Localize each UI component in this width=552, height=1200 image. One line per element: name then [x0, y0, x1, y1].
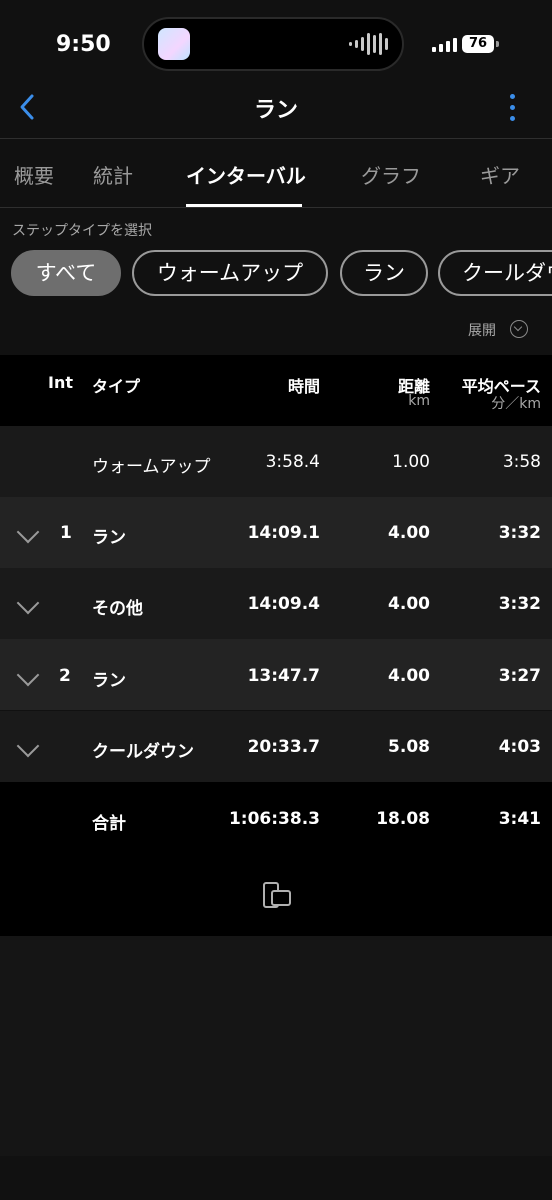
row-time: 14:09.4 [247, 594, 320, 614]
rotate-landscape-icon[interactable] [262, 881, 292, 909]
row-int: 1 [60, 523, 72, 543]
row-pace: 3:32 [498, 594, 541, 614]
dynamic-island[interactable] [142, 17, 404, 71]
row-time: 3:58.4 [265, 452, 320, 472]
back-button[interactable] [14, 92, 44, 122]
row-time: 20:33.7 [247, 737, 320, 757]
chip-run[interactable]: ラン [340, 250, 428, 296]
row-type: ラン [92, 671, 126, 691]
row-pace: 4:03 [498, 737, 541, 757]
tab-graph[interactable]: グラフ [361, 160, 421, 189]
row-distance: 4.00 [388, 523, 430, 543]
row-distance: 1.00 [392, 452, 430, 472]
app-icon [158, 28, 190, 60]
row-time: 13:47.7 [247, 666, 320, 686]
battery-icon: 76 [462, 35, 494, 53]
tab-overview[interactable]: 概要 [14, 160, 54, 189]
tab-stats[interactable]: 統計 [93, 160, 133, 189]
row-type: ラン [92, 528, 126, 548]
more-options-button[interactable] [502, 94, 522, 122]
total-row [0, 782, 552, 936]
tab-gear[interactable]: ギア [480, 160, 520, 189]
col-distance-unit: km [408, 393, 430, 409]
chevron-down-icon[interactable] [18, 669, 38, 689]
row-pace: 3:58 [502, 452, 541, 472]
chevron-left-icon [20, 94, 34, 120]
signal-icon [432, 38, 457, 52]
row-distance: 4.00 [388, 666, 430, 686]
row-pace: 3:32 [498, 523, 541, 543]
page-title: ラン [253, 98, 298, 123]
total-time: 1:06:38.3 [228, 809, 320, 829]
chevron-down-icon[interactable] [18, 526, 38, 546]
total-pace: 3:41 [498, 809, 541, 829]
row-distance: 4.00 [388, 594, 430, 614]
row-pace: 3:27 [498, 666, 541, 686]
total-distance: 18.08 [376, 809, 430, 829]
chip-warmup[interactable]: ウォームアップ [132, 250, 328, 296]
audio-wave-icon [349, 33, 388, 55]
expand-label[interactable]: 展開 [468, 320, 496, 340]
total-label: 合計 [92, 814, 126, 834]
row-type: ウォームアップ [92, 457, 211, 477]
chevron-down-icon[interactable] [18, 597, 38, 617]
header-divider [0, 138, 552, 139]
col-pace-unit: 分／km [491, 396, 541, 412]
row-type: クールダウン [92, 742, 194, 762]
chevron-circle-icon[interactable] [510, 320, 528, 338]
bottom-area [0, 936, 552, 1156]
step-type-label: ステップタイプを選択 [12, 223, 152, 239]
chip-cooldown[interactable]: クールダウ [438, 250, 552, 296]
status-time: 9:50 [56, 32, 111, 57]
col-type: タイプ [92, 377, 141, 396]
col-int: Int [48, 373, 73, 392]
row-distance: 5.08 [388, 737, 430, 757]
chip-all[interactable]: すべて [11, 250, 121, 296]
tab-divider [0, 207, 552, 208]
row-type: その他 [92, 599, 143, 619]
chevron-down-icon[interactable] [18, 740, 38, 760]
battery-tip [496, 41, 499, 47]
tab-intervals[interactable]: インターバル [186, 160, 306, 189]
row-int: 2 [59, 666, 71, 686]
col-time: 時間 [287, 377, 320, 396]
row-time: 14:09.1 [247, 523, 320, 543]
